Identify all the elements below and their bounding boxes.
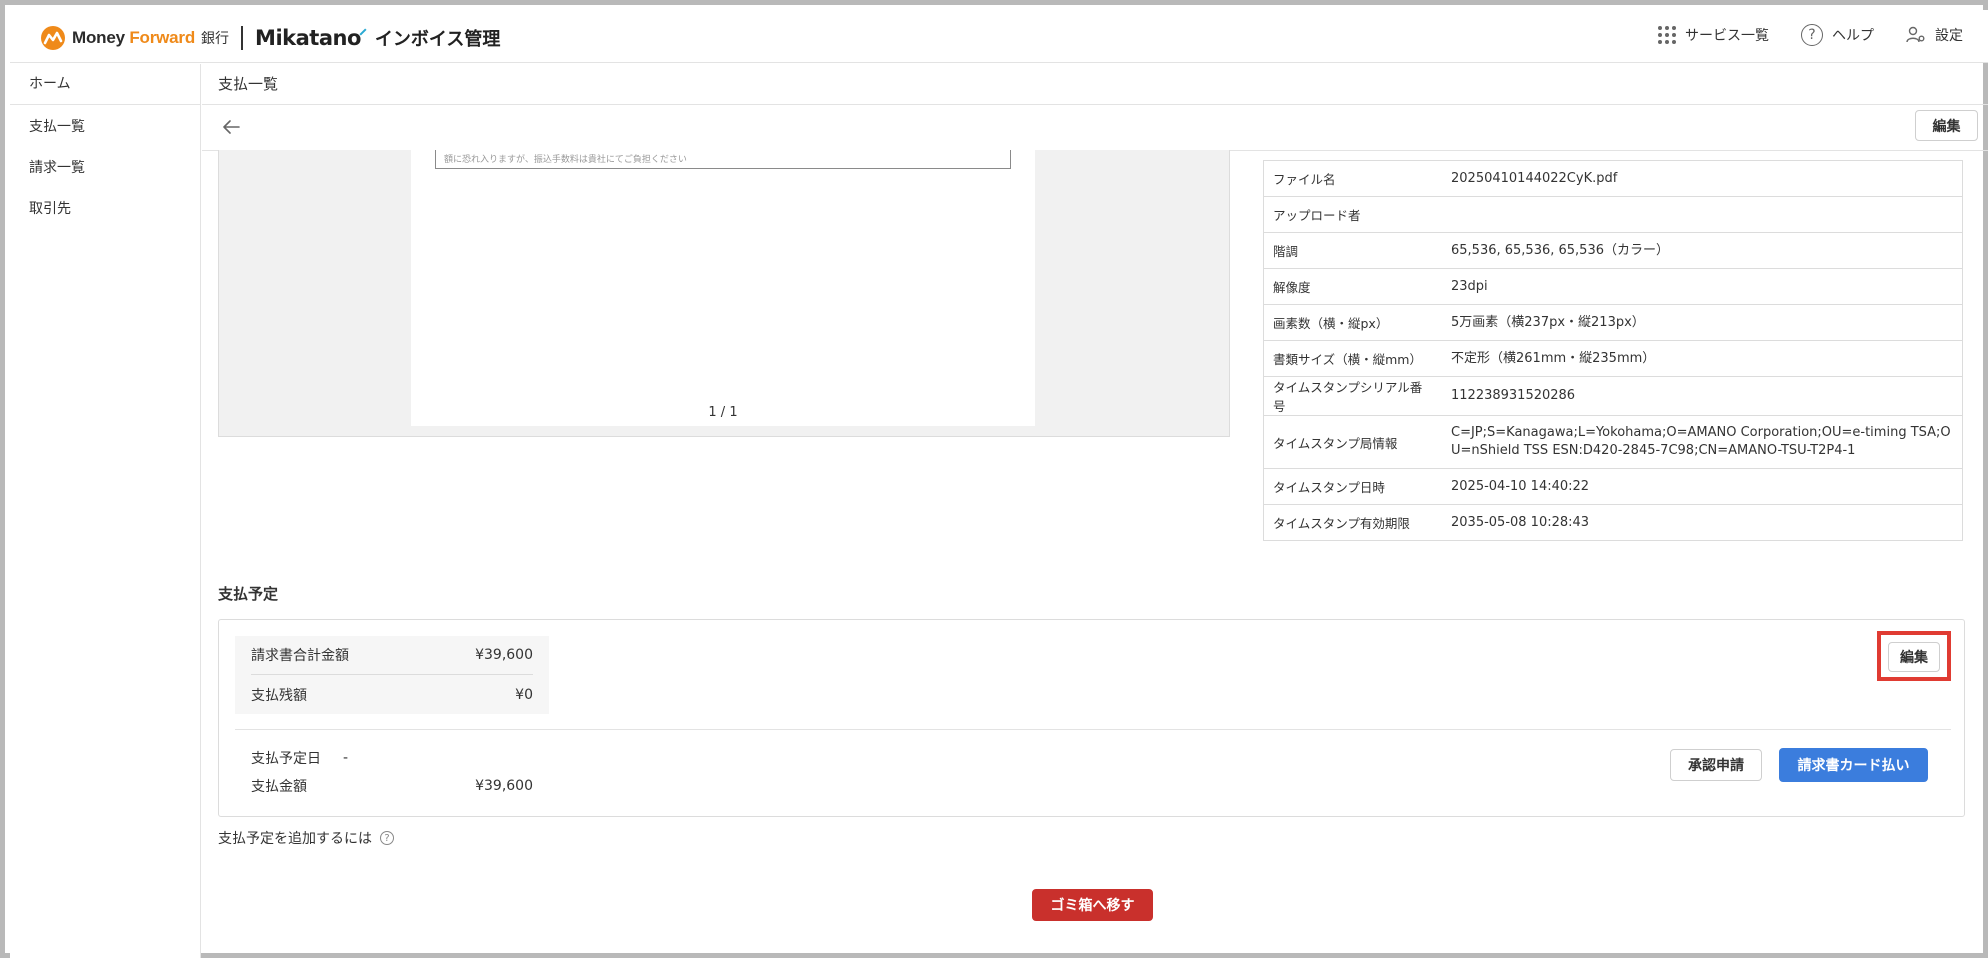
payment-amount-row: 支払金額 ¥39,600 bbox=[251, 776, 533, 796]
invoice-card-payment-button[interactable]: 請求書カード払い bbox=[1779, 748, 1928, 782]
scheduled-date-label: 支払予定日 bbox=[251, 751, 321, 767]
move-to-trash-button[interactable]: ゴミ箱へ移す bbox=[1032, 889, 1153, 921]
meta-key: タイムスタンプ有効期限 bbox=[1273, 516, 1410, 531]
help-icon: ? bbox=[1801, 24, 1823, 46]
meta-key: 画素数（横・縦px） bbox=[1273, 316, 1389, 331]
app-name: インボイス管理 bbox=[374, 29, 501, 50]
question-icon[interactable]: ? bbox=[380, 831, 394, 845]
meta-key: 階調 bbox=[1273, 244, 1299, 259]
brand-money-text: Money bbox=[72, 28, 130, 47]
table-row: タイムスタンプシリアル番号 112238931520286 bbox=[1264, 377, 1962, 416]
meta-key: 書類サイズ（横・縦mm） bbox=[1273, 352, 1422, 367]
help-button[interactable]: ? ヘルプ bbox=[1801, 24, 1874, 46]
page-title: 支払一覧 bbox=[218, 75, 279, 93]
back-arrow-icon[interactable] bbox=[220, 116, 242, 138]
sidebar-item-payments[interactable]: 支払一覧 bbox=[10, 107, 200, 148]
meta-value: 2025-04-10 14:40:22 bbox=[1451, 478, 1590, 494]
money-forward-logo-icon bbox=[41, 26, 65, 50]
app-header: Money Forward 銀行 Mikatano インボイス管理 サービス一覧… bbox=[10, 10, 1988, 63]
edit-payment-button[interactable]: 編集 bbox=[1888, 642, 1940, 672]
balance-row: 支払残額 ¥0 bbox=[251, 675, 533, 714]
table-row: タイムスタンプ日時 2025-04-10 14:40:22 bbox=[1264, 469, 1962, 505]
service-list-button[interactable]: サービス一覧 bbox=[1658, 25, 1769, 45]
balance-value: ¥0 bbox=[515, 686, 533, 703]
brand-forward-text: Forward bbox=[129, 28, 196, 47]
meta-key: タイムスタンプ局情報 bbox=[1273, 435, 1398, 451]
scheduled-date-row: 支払予定日 - bbox=[251, 748, 533, 768]
table-row: アップロード者 bbox=[1264, 197, 1962, 233]
table-row: タイムスタンプ有効期限 2035-05-08 10:28:43 bbox=[1264, 505, 1962, 541]
meta-value: C=JP;S=Kanagawa;L=Yokohama;O=AMANO Corpo… bbox=[1451, 425, 1951, 458]
settings-label: 設定 bbox=[1935, 28, 1963, 44]
add-schedule-hint-text: 支払予定を追加するには bbox=[218, 831, 372, 847]
meta-value: 2035-05-08 10:28:43 bbox=[1451, 514, 1590, 530]
edit-button-highlight: 編集 bbox=[1877, 631, 1951, 681]
brand-logo[interactable]: Money Forward 銀行 Mikatano インボイス管理 bbox=[40, 24, 500, 52]
table-row: タイムスタンプ局情報 C=JP;S=Kanagawa;L=Yokohama;O=… bbox=[1264, 416, 1962, 469]
table-row: ファイル名 20250410144022CyK.pdf bbox=[1264, 161, 1962, 197]
table-row: 解像度 23dpi bbox=[1264, 269, 1962, 305]
header-nav: サービス一覧 ? ヘルプ 設定 bbox=[1658, 24, 1963, 46]
preview-page: 額に恐れ入りますが、振込手数料は貴社にてご負担ください 1 / 1 bbox=[411, 150, 1035, 426]
preview-text-box: 額に恐れ入りますが、振込手数料は貴社にてご負担ください bbox=[435, 150, 1011, 169]
add-schedule-hint[interactable]: 支払予定を追加するには ? bbox=[218, 828, 394, 848]
brand-money-forward: Money Forward bbox=[72, 28, 195, 48]
invoice-total-value: ¥39,600 bbox=[475, 647, 533, 663]
file-metadata-table: ファイル名 20250410144022CyK.pdf アップロード者 階調 6… bbox=[1263, 160, 1963, 541]
meta-value: 112238931520286 bbox=[1451, 388, 1576, 403]
meta-key: アップロード者 bbox=[1273, 208, 1361, 223]
grid-icon bbox=[1658, 26, 1676, 44]
meta-key: 解像度 bbox=[1273, 280, 1311, 295]
meta-value: 65,536, 65,536, 65,536（カラー） bbox=[1451, 242, 1669, 258]
payment-amount-label: 支払金額 bbox=[251, 779, 307, 795]
brand-bank-text: 銀行 bbox=[201, 31, 230, 47]
edit-document-button[interactable]: 編集 bbox=[1915, 110, 1978, 141]
invoice-total-row: 請求書合計金額 ¥39,600 bbox=[251, 636, 533, 675]
payment-amount-value: ¥39,600 bbox=[475, 778, 533, 794]
meta-value: 不定形（横261mm・縦235mm） bbox=[1451, 350, 1656, 366]
brand-divider bbox=[241, 26, 244, 50]
table-row: 書類サイズ（横・縦mm） 不定形（横261mm・縦235mm） bbox=[1264, 341, 1962, 377]
user-gear-icon bbox=[1906, 26, 1925, 43]
meta-key: タイムスタンプ日時 bbox=[1273, 480, 1385, 495]
table-row: 階調 65,536, 65,536, 65,536（カラー） bbox=[1264, 233, 1962, 269]
meta-key: タイムスタンプシリアル番号 bbox=[1273, 380, 1423, 414]
meta-value: 20250410144022CyK.pdf bbox=[1451, 170, 1618, 186]
invoice-total-label: 請求書合計金額 bbox=[251, 648, 349, 664]
service-list-label: サービス一覧 bbox=[1685, 28, 1769, 44]
payment-divider bbox=[235, 729, 1951, 730]
sidebar: ホーム 支払一覧 請求一覧 取引先 bbox=[10, 64, 201, 958]
payment-schedule-card: 請求書合計金額 ¥39,600 支払残額 ¥0 編集 支払予定日 - 支払金額 … bbox=[218, 619, 1965, 817]
app-frame: Money Forward 銀行 Mikatano インボイス管理 サービス一覧… bbox=[0, 0, 1988, 958]
meta-key: ファイル名 bbox=[1273, 172, 1336, 187]
meta-value: 23dpi bbox=[1451, 278, 1488, 294]
sidebar-item-partners[interactable]: 取引先 bbox=[10, 189, 200, 230]
meta-value: 5万画素（横237px・縦213px） bbox=[1451, 314, 1645, 330]
brand-mikatano-text: Mikatano bbox=[255, 26, 361, 50]
document-preview[interactable]: 額に恐れ入りますが、振込手数料は貴社にてご負担ください 1 / 1 bbox=[218, 150, 1230, 437]
title-divider bbox=[202, 104, 1988, 105]
main-content: 支払一覧 編集 額に恐れ入りますが、振込手数料は貴社にてご負担ください 1 / … bbox=[202, 64, 1988, 958]
help-label: ヘルプ bbox=[1832, 28, 1874, 44]
preview-page-indicator: 1 / 1 bbox=[708, 405, 738, 420]
settings-button[interactable]: 設定 bbox=[1906, 25, 1963, 45]
sidebar-item-invoices[interactable]: 請求一覧 bbox=[10, 148, 200, 189]
balance-label: 支払残額 bbox=[251, 687, 307, 704]
scheduled-date-value: - bbox=[343, 750, 349, 766]
amount-summary: 請求書合計金額 ¥39,600 支払残額 ¥0 bbox=[235, 636, 549, 714]
table-row: 画素数（横・縦px） 5万画素（横237px・縦213px） bbox=[1264, 305, 1962, 341]
meta-value bbox=[1442, 207, 1962, 223]
approval-request-button[interactable]: 承認申請 bbox=[1670, 749, 1762, 781]
sidebar-item-home[interactable]: ホーム bbox=[10, 64, 200, 105]
payment-schedule-title: 支払予定 bbox=[218, 585, 279, 603]
